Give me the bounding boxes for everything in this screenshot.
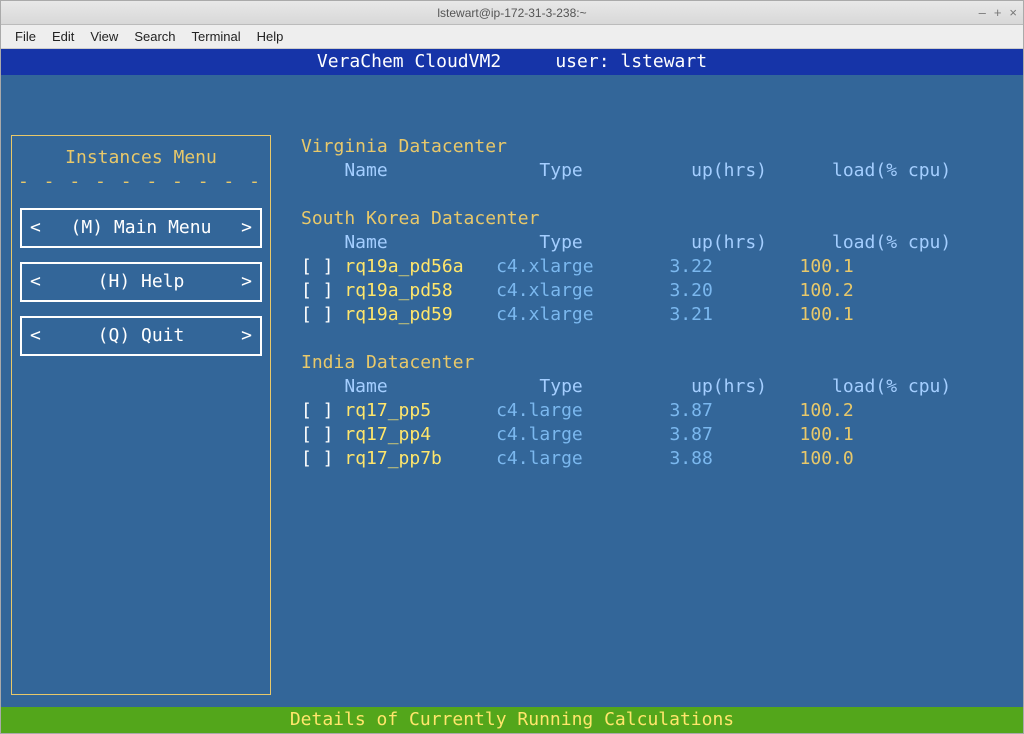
row-checkbox[interactable]: [ ] <box>301 448 334 469</box>
app-header: VeraChem CloudVM2 user: lstewart <box>1 49 1023 75</box>
instance-row[interactable]: [ ] rq19a_pd56a c4.xlarge 3.22 100.1 <box>301 255 1013 279</box>
instances-menu-title: Instances Menu <box>18 146 264 170</box>
instance-name: rq17_pp7b <box>344 448 496 469</box>
instance-uptime: 3.87 <box>648 400 713 421</box>
instance-uptime: 3.22 <box>648 256 713 277</box>
quit-button[interactable]: < (Q) Quit > <box>20 316 262 356</box>
instance-name: rq19a_pd56a <box>344 256 496 277</box>
column-headers: Name Type up(hrs) load(% cpu) <box>301 375 1013 399</box>
menubar: File Edit View Search Terminal Help <box>1 25 1023 49</box>
instance-type: c4.xlarge <box>496 304 648 325</box>
window-titlebar: lstewart@ip-172-31-3-238:~ – + × <box>1 1 1023 25</box>
chevron-right-icon: > <box>241 324 252 348</box>
instance-uptime: 3.87 <box>648 424 713 445</box>
instance-uptime: 3.20 <box>648 280 713 301</box>
menu-terminal[interactable]: Terminal <box>186 27 247 46</box>
row-checkbox[interactable]: [ ] <box>301 256 334 277</box>
chevron-left-icon: < <box>30 216 41 240</box>
instance-name: rq17_pp4 <box>344 424 496 445</box>
chevron-right-icon: > <box>241 216 252 240</box>
instance-type: c4.xlarge <box>496 280 648 301</box>
menu-key: (H) Help <box>98 270 185 294</box>
datacenter-title: India Datacenter <box>301 351 1013 375</box>
menu-edit[interactable]: Edit <box>46 27 80 46</box>
instance-type: c4.xlarge <box>496 256 648 277</box>
chevron-left-icon: < <box>30 270 41 294</box>
instance-uptime: 3.88 <box>648 448 713 469</box>
column-headers: Name Type up(hrs) load(% cpu) <box>301 159 1013 183</box>
instance-load: 100.2 <box>800 400 854 421</box>
main-menu-button[interactable]: < (M) Main Menu > <box>20 208 262 248</box>
terminal-body: Instances Menu - - - - - - - - - - - - -… <box>1 75 1023 707</box>
section-spacer <box>301 183 1013 207</box>
menu-file[interactable]: File <box>9 27 42 46</box>
close-icon[interactable]: × <box>1009 5 1017 20</box>
instance-type: c4.large <box>496 400 648 421</box>
menu-help[interactable]: Help <box>251 27 290 46</box>
instance-row[interactable]: [ ] rq17_pp5 c4.large 3.87 100.2 <box>301 399 1013 423</box>
divider: - - - - - - - - - - - - - - <box>18 170 264 194</box>
instance-name: rq19a_pd58 <box>344 280 496 301</box>
menu-view[interactable]: View <box>84 27 124 46</box>
row-checkbox[interactable]: [ ] <box>301 280 334 301</box>
datacenter-title: South Korea Datacenter <box>301 207 1013 231</box>
minimize-icon[interactable]: – <box>979 5 986 20</box>
instance-load: 100.0 <box>800 448 854 469</box>
datacenter-content: Virginia Datacenter Name Type up(hrs) lo… <box>301 135 1013 471</box>
instance-name: rq19a_pd59 <box>344 304 496 325</box>
instance-load: 100.2 <box>800 280 854 301</box>
instance-load: 100.1 <box>800 256 854 277</box>
chevron-left-icon: < <box>30 324 41 348</box>
instance-row[interactable]: [ ] rq19a_pd59 c4.xlarge 3.21 100.1 <box>301 303 1013 327</box>
instance-row[interactable]: [ ] rq19a_pd58 c4.xlarge 3.20 100.2 <box>301 279 1013 303</box>
instances-menu-panel: Instances Menu - - - - - - - - - - - - -… <box>11 135 271 695</box>
instance-row[interactable]: [ ] rq17_pp7b c4.large 3.88 100.0 <box>301 447 1013 471</box>
terminal-area[interactable]: VeraChem CloudVM2 user: lstewart Instanc… <box>1 49 1023 733</box>
menu-search[interactable]: Search <box>128 27 181 46</box>
window-controls: – + × <box>979 5 1017 20</box>
instance-type: c4.large <box>496 448 648 469</box>
app-window: lstewart@ip-172-31-3-238:~ – + × File Ed… <box>0 0 1024 734</box>
status-footer: Details of Currently Running Calculation… <box>1 707 1023 733</box>
window-title: lstewart@ip-172-31-3-238:~ <box>437 6 586 20</box>
row-checkbox[interactable]: [ ] <box>301 400 334 421</box>
datacenter-title: Virginia Datacenter <box>301 135 1013 159</box>
instance-uptime: 3.21 <box>648 304 713 325</box>
help-button[interactable]: < (H) Help > <box>20 262 262 302</box>
instance-name: rq17_pp5 <box>344 400 496 421</box>
chevron-right-icon: > <box>241 270 252 294</box>
maximize-icon[interactable]: + <box>994 5 1002 20</box>
instance-type: c4.large <box>496 424 648 445</box>
section-spacer <box>301 327 1013 351</box>
instance-load: 100.1 <box>800 424 854 445</box>
menu-key: (Q) Quit <box>98 324 185 348</box>
row-checkbox[interactable]: [ ] <box>301 424 334 445</box>
instance-row[interactable]: [ ] rq17_pp4 c4.large 3.87 100.1 <box>301 423 1013 447</box>
instance-load: 100.1 <box>800 304 854 325</box>
column-headers: Name Type up(hrs) load(% cpu) <box>301 231 1013 255</box>
row-checkbox[interactable]: [ ] <box>301 304 334 325</box>
menu-key: (M) Main Menu <box>71 216 212 240</box>
